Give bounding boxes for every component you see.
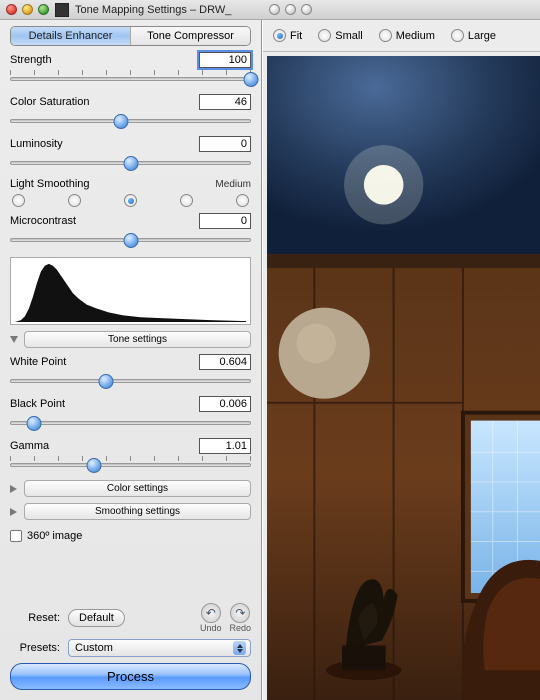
preview-image — [267, 56, 540, 700]
disclosure-tone-icon[interactable] — [10, 336, 18, 343]
redo-icon: ↷ — [230, 603, 250, 623]
undo-button[interactable]: ↶ Undo — [200, 603, 222, 633]
light-smoothing-option-4[interactable] — [180, 194, 193, 207]
light-smoothing-radios — [12, 194, 249, 207]
settings-panel: Details Enhancer Tone Compressor Strengt… — [0, 20, 262, 700]
preview-window: Fit Small Medium Large — [263, 0, 540, 700]
close-icon[interactable] — [6, 4, 17, 15]
zoom-fit-radio[interactable] — [273, 29, 286, 42]
close-icon[interactable] — [269, 4, 280, 15]
preview-titlebar — [263, 0, 540, 20]
app-icon — [55, 3, 69, 17]
presets-select[interactable]: Custom — [68, 639, 251, 657]
redo-button[interactable]: ↷ Redo — [229, 603, 251, 633]
window-controls — [6, 4, 49, 15]
luminosity-input[interactable] — [199, 136, 251, 152]
microcontrast-input[interactable] — [199, 213, 251, 229]
tab-tone-compressor[interactable]: Tone Compressor — [131, 27, 250, 45]
360-image-label: 360º image — [27, 530, 82, 542]
microcontrast-label: Microcontrast — [10, 215, 76, 227]
zoom-icon[interactable] — [301, 4, 312, 15]
presets-label: Presets: — [10, 642, 60, 654]
color-settings-button[interactable]: Color settings — [24, 480, 251, 497]
zoom-toolbar: Fit Small Medium Large — [263, 20, 540, 52]
disclosure-color-icon[interactable] — [10, 485, 18, 493]
light-smoothing-option-3[interactable] — [124, 194, 137, 207]
mode-tabs: Details Enhancer Tone Compressor — [10, 26, 251, 46]
zoom-small-radio[interactable] — [318, 29, 331, 42]
strength-slider[interactable] — [10, 70, 251, 88]
luminosity-label: Luminosity — [10, 138, 63, 150]
tab-details-enhancer[interactable]: Details Enhancer — [11, 27, 131, 45]
window-title: Tone Mapping Settings – DRW_ — [75, 4, 231, 16]
black-point-input[interactable] — [199, 396, 251, 412]
strength-label: Strength — [10, 54, 52, 66]
light-smoothing-option-5[interactable] — [236, 194, 249, 207]
light-smoothing-label: Light Smoothing — [10, 178, 90, 190]
360-image-checkbox[interactable] — [10, 530, 22, 542]
light-smoothing-option-1[interactable] — [12, 194, 25, 207]
undo-icon: ↶ — [201, 603, 221, 623]
white-point-label: White Point — [10, 356, 66, 368]
smoothing-settings-button[interactable]: Smoothing settings — [24, 503, 251, 520]
light-smoothing-level: Medium — [215, 179, 251, 190]
histogram — [10, 257, 251, 325]
gamma-input[interactable] — [199, 438, 251, 454]
black-point-label: Black Point — [10, 398, 65, 410]
strength-input[interactable] — [199, 52, 251, 68]
minimize-icon[interactable] — [285, 4, 296, 15]
zoom-medium-radio[interactable] — [379, 29, 392, 42]
process-button[interactable]: Process — [10, 663, 251, 690]
light-smoothing-option-2[interactable] — [68, 194, 81, 207]
zoom-large-radio[interactable] — [451, 29, 464, 42]
disclosure-smoothing-icon[interactable] — [10, 508, 18, 516]
white-point-slider[interactable] — [10, 372, 251, 390]
select-arrows-icon — [233, 641, 246, 655]
minimize-icon[interactable] — [22, 4, 33, 15]
luminosity-slider[interactable] — [10, 154, 251, 172]
black-point-slider[interactable] — [10, 414, 251, 432]
reset-label: Reset: — [10, 612, 60, 624]
color-saturation-slider[interactable] — [10, 112, 251, 130]
tone-settings-button[interactable]: Tone settings — [24, 331, 251, 348]
gamma-label: Gamma — [10, 440, 49, 452]
white-point-input[interactable] — [199, 354, 251, 370]
color-saturation-input[interactable] — [199, 94, 251, 110]
microcontrast-slider[interactable] — [10, 231, 251, 249]
zoom-icon[interactable] — [38, 4, 49, 15]
reset-default-button[interactable]: Default — [68, 609, 125, 627]
gamma-slider[interactable] — [10, 456, 251, 474]
presets-value: Custom — [75, 642, 113, 654]
color-saturation-label: Color Saturation — [10, 96, 90, 108]
